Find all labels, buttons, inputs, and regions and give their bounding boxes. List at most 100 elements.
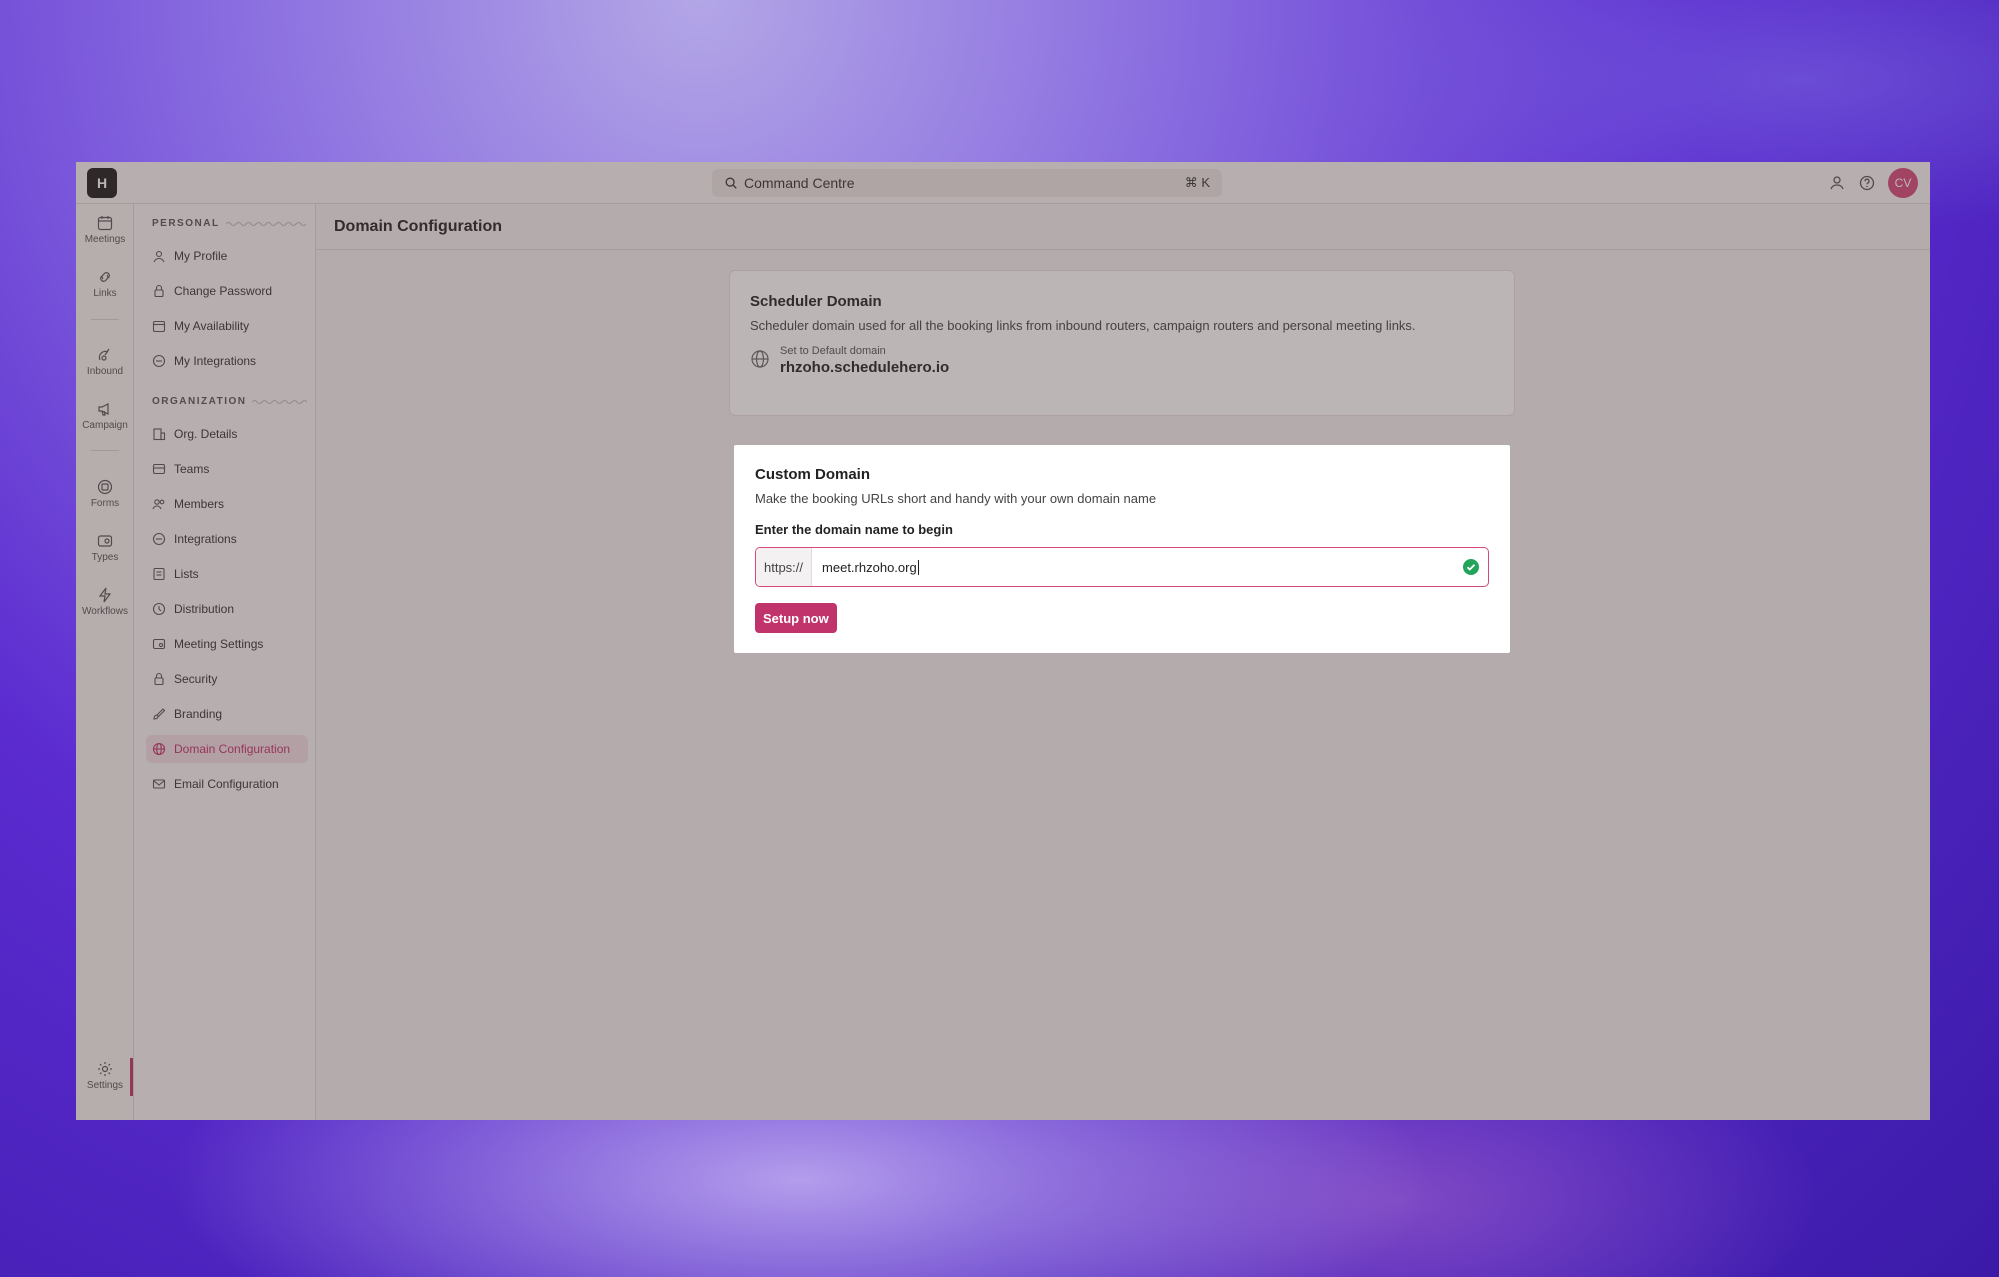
domain-input-group: https:// meet.rhzoho.org (755, 547, 1489, 587)
main-nav-rail: Meetings Links Inbound Campaign Forms Ty… (76, 204, 134, 1120)
sidebar-item-meeting-settings[interactable]: Meeting Settings (146, 630, 308, 658)
app-logo[interactable]: H (87, 168, 117, 198)
sidebar-item-label: Change Password (174, 284, 273, 298)
rail-label: Links (93, 288, 117, 299)
calendar-icon (152, 320, 166, 333)
avatar[interactable]: CV (1888, 168, 1918, 198)
rail-item-workflows[interactable]: Workflows (76, 586, 134, 617)
sidebar-item-label: Integrations (174, 532, 237, 546)
sidebar-item-security[interactable]: Security (146, 665, 308, 693)
sidebar-item-my-profile[interactable]: My Profile (146, 242, 308, 270)
rail-item-inbound[interactable]: Inbound (76, 346, 134, 377)
lock-icon (154, 284, 164, 298)
user-icon (153, 250, 165, 263)
domain-field-label: Enter the domain name to begin (755, 522, 953, 537)
inbound-icon (98, 348, 110, 361)
bolt-icon (98, 587, 112, 603)
rail-label: Workflows (82, 606, 128, 617)
rail-label: Campaign (82, 420, 128, 431)
rail-item-meetings[interactable]: Meetings (76, 214, 134, 245)
url-prefix: https:// (756, 548, 813, 586)
rail-label: Meetings (84, 234, 126, 245)
sidebar-item-change-password[interactable]: Change Password (146, 277, 308, 305)
sidebar-item-lists[interactable]: Lists (146, 560, 308, 588)
megaphone-icon (98, 403, 109, 416)
help-icon[interactable] (1858, 174, 1876, 192)
globe-icon (152, 742, 166, 756)
mail-icon (152, 779, 166, 789)
sidebar-item-label: My Availability (174, 319, 250, 333)
list-icon (153, 567, 165, 581)
default-domain-value: rhzoho.schedulehero.io (780, 359, 950, 376)
domain-input[interactable]: meet.rhzoho.org (812, 548, 1462, 586)
globe-icon (751, 350, 769, 368)
domain-input-value: meet.rhzoho.org (822, 559, 917, 575)
custom-domain-title: Custom Domain (755, 466, 871, 483)
sidebar-item-org-details[interactable]: Org. Details (146, 420, 308, 448)
check-circle-icon (1463, 559, 1479, 575)
sidebar-item-label: Email Configuration (174, 777, 279, 791)
rail-item-settings[interactable]: Settings (76, 1060, 134, 1091)
default-domain-label: Set to Default domain (780, 345, 886, 357)
default-domain-row: Set to Default domain rhzoho.scheduleher… (750, 345, 1494, 376)
sidebar-item-my-integrations[interactable]: My Integrations (146, 347, 308, 375)
rail-divider (91, 450, 119, 451)
integration-icon (152, 354, 166, 368)
calendar-icon (97, 216, 113, 231)
rail-item-campaign[interactable]: Campaign (76, 400, 134, 431)
settings-sidebar: PERSONAL My Profile Change Password My A… (134, 204, 316, 1120)
sidebar-item-label: Org. Details (174, 427, 238, 441)
setup-now-button[interactable]: Setup now (755, 603, 837, 633)
scheduler-domain-description: Scheduler domain used for all the bookin… (750, 318, 1416, 333)
user-icon[interactable] (1828, 174, 1846, 192)
sidebar-item-label: Branding (174, 707, 223, 721)
sidebar-item-teams[interactable]: Teams (146, 455, 308, 483)
rail-item-forms[interactable]: Forms (76, 478, 134, 509)
sidebar-item-members[interactable]: Members (146, 490, 308, 518)
types-icon (97, 535, 113, 547)
sidebar-item-email-configuration[interactable]: Email Configuration (146, 770, 308, 798)
members-icon (152, 499, 165, 510)
form-icon (97, 479, 113, 495)
rail-label: Settings (86, 1080, 124, 1091)
text-caret (917, 559, 919, 575)
scheduler-domain-card: Scheduler Domain Scheduler domain used f… (729, 270, 1515, 416)
sidebar-item-label: Security (174, 672, 218, 686)
sidebar-item-label: Distribution (174, 602, 235, 616)
link-icon (100, 272, 110, 282)
sidebar-item-my-availability[interactable]: My Availability (146, 312, 308, 340)
sidebar-item-label: Teams (174, 462, 210, 476)
integration-icon (152, 532, 166, 546)
active-indicator (130, 1058, 133, 1096)
custom-domain-description: Make the booking URLs short and handy wi… (755, 491, 1157, 506)
teams-icon (152, 463, 166, 475)
building-icon (153, 428, 166, 441)
top-bar: H Command Centre ⌘ K CV (76, 162, 1930, 204)
sidebar-item-label: Meeting Settings (174, 637, 264, 651)
search-icon (725, 177, 737, 189)
brush-icon (153, 708, 166, 720)
scheduler-domain-title: Scheduler Domain (750, 293, 882, 310)
section-heading-personal: PERSONAL (152, 218, 306, 229)
rail-item-links[interactable]: Links (76, 268, 134, 299)
page-title: Domain Configuration (316, 204, 1930, 250)
sidebar-item-distribution[interactable]: Distribution (146, 595, 308, 623)
sidebar-item-label: My Profile (174, 249, 228, 263)
rail-item-types[interactable]: Types (76, 532, 134, 563)
sidebar-item-label: Lists (174, 567, 199, 581)
gear-icon (98, 1062, 112, 1076)
command-centre-search[interactable]: Command Centre ⌘ K (712, 169, 1222, 197)
top-actions: CV (1828, 168, 1918, 198)
shortcut-hint: ⌘ K (1184, 175, 1210, 190)
rail-divider (91, 319, 119, 320)
command-centre-label: Command Centre (744, 175, 855, 191)
rail-label: Forms (90, 498, 120, 509)
sidebar-item-integrations[interactable]: Integrations (146, 525, 308, 553)
custom-domain-card: Custom Domain Make the booking URLs shor… (734, 445, 1510, 653)
sidebar-item-label: Domain Configuration (174, 742, 291, 756)
sidebar-item-domain-configuration[interactable]: Domain Configuration (146, 735, 308, 763)
rail-label: Types (91, 552, 119, 563)
sidebar-item-label: Members (174, 497, 225, 511)
sidebar-item-branding[interactable]: Branding (146, 700, 308, 728)
app-window: H Command Centre ⌘ K CV Meetings Links I… (76, 162, 1930, 1120)
